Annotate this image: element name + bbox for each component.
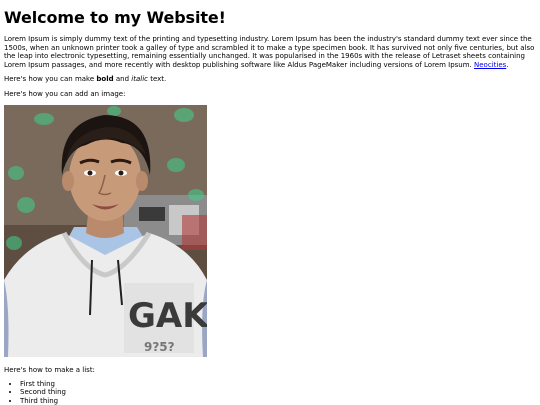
bold-word: bold <box>96 75 114 83</box>
intro-tail: . <box>506 60 509 69</box>
page-content: Welcome to my Website! Lorem Ipsum is si… <box>0 0 540 405</box>
page-title: Welcome to my Website! <box>4 8 226 27</box>
shirt-graphic-subtext: 9?5? <box>144 340 175 354</box>
list-item: Second thing <box>20 388 536 397</box>
bold-line-prefix: Here's how you can make <box>4 75 97 83</box>
bold-line-middle: and <box>113 75 132 83</box>
list-intro-paragraph: Here's how to make a list: <box>4 366 95 374</box>
profile-photo: GAK 9?5? <box>4 105 207 357</box>
things-list: First thing Second thing Third thing <box>4 380 536 405</box>
italic-word: italic <box>131 75 148 83</box>
image-intro-paragraph: Here's how you can add an image: <box>4 89 126 98</box>
list-item: Third thing <box>20 397 536 405</box>
intro-text: Lorem Ipsum is simply dummy text of the … <box>4 35 535 69</box>
intro-paragraph: Lorem Ipsum is simply dummy text of the … <box>4 35 536 69</box>
profile-photo-illustration: GAK 9?5? <box>4 105 207 357</box>
list-item: First thing <box>20 380 536 389</box>
neocities-link[interactable]: Neocities <box>474 61 506 69</box>
bold-line-suffix: text. <box>147 75 167 83</box>
bold-italic-paragraph: Here's how you can make bold and italic … <box>4 75 536 84</box>
shirt-graphic-text: GAK <box>128 296 207 336</box>
